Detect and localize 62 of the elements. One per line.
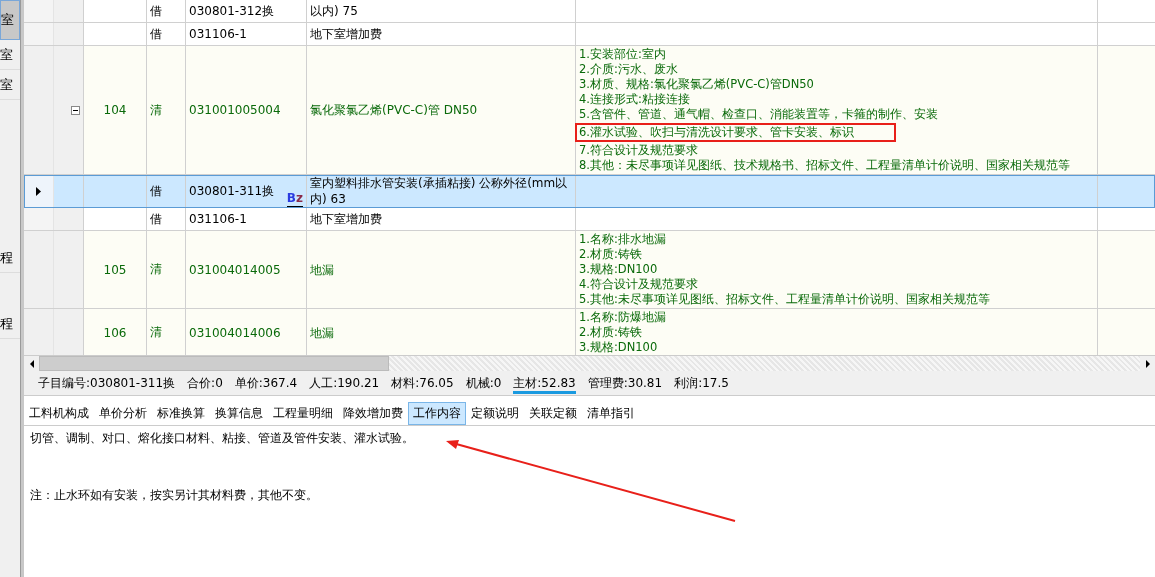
status-value: 机械:0 <box>465 375 502 391</box>
feature-line: 4.连接形式:粘接连接 <box>578 91 691 108</box>
sidebar-item[interactable]: 程 <box>0 309 20 339</box>
status-value: 利润:17.5 <box>674 375 729 391</box>
feature-line: 7.符合设计及规范要求 <box>578 142 699 159</box>
type-text: 借 <box>150 25 162 43</box>
feature-line: 2.材质:铸铁 <box>578 246 643 263</box>
item-number: 105 <box>103 262 127 277</box>
code-text: 031004014006 <box>189 325 281 340</box>
code-text: 031001005004 <box>189 103 281 117</box>
feature-line: 1.名称:排水地漏 <box>578 231 667 248</box>
item-number: 104 <box>103 103 127 117</box>
type-text: 借 <box>150 182 162 200</box>
item-number: 106 <box>103 325 127 340</box>
type-text: 清 <box>150 324 162 341</box>
code-text: 031106-1 <box>189 27 247 41</box>
feature-line: 5.其他:未尽事项详见图纸、招标文件、工程量清单计价说明、国家相关规范等 <box>578 291 991 308</box>
type-text: 清 <box>150 261 162 278</box>
feature-line: 3.规格:DN100 <box>578 261 659 278</box>
code-text: 030801-311换 <box>189 182 275 200</box>
sidebar-item[interactable]: 室 <box>0 70 20 100</box>
sidebar-item[interactable]: 室 <box>0 0 20 40</box>
feature-line: 3.材质、规格:氯化聚氯乙烯(PVC-C)管DN50 <box>578 76 815 93</box>
code-text: 030801-312换 <box>189 2 275 20</box>
tab[interactable]: 工作内容 <box>408 402 466 425</box>
content-text: 切管、调制、对口、熔化接口材料、粘接、管道及管件安装、灌水试验。 <box>30 430 415 447</box>
type-text: 借 <box>150 210 162 228</box>
feature-line: 8.其他：未尽事项详见图纸、技术规格书、招标文件、工程量清单计价说明、国家相关规范等 <box>578 157 1071 174</box>
name-text: 地下室增加费 <box>310 26 382 42</box>
feature-line: 1.名称:防爆地漏 <box>578 309 667 326</box>
feature-line: 5.含管件、管道、通气帽、检查口、消能装置等，卡箍的制作、安装 <box>578 106 939 123</box>
row-header[interactable] <box>24 175 54 207</box>
collapse-toggle[interactable] <box>71 105 80 115</box>
sidebar-item[interactable]: 程 <box>0 243 20 273</box>
left-arrow-icon <box>28 359 35 368</box>
code-text: 031106-1 <box>189 212 247 226</box>
status-value: 材料:76.05 <box>391 375 454 391</box>
name-text: 以内) 75 <box>310 3 358 19</box>
feature-line: 2.介质:污水、废水 <box>578 61 679 78</box>
name-text: 地漏 <box>310 324 334 341</box>
name-text: 氯化聚氯乙烯(PVC-C)管 DN50 <box>310 102 478 118</box>
name-text: 地漏 <box>310 261 334 278</box>
type-text: 清 <box>150 101 162 119</box>
status-value: 子目编号:030801-311换 <box>38 375 176 391</box>
name-text: 地下室增加费 <box>310 211 382 227</box>
feature-line: 1.安装部位:室内 <box>578 46 667 63</box>
status-value: 单价:367.4 <box>234 375 298 391</box>
right-arrow-icon <box>1144 359 1151 368</box>
content-text: 注：止水环如有安装，按实另计其材料费，其他不变。 <box>30 487 319 504</box>
sidebar-item[interactable]: 室 <box>0 40 20 70</box>
status-value: 合价:0 <box>187 375 223 391</box>
replacement-badge: Bz <box>286 190 303 207</box>
feature-line: 4.符合设计及规范要求 <box>578 276 699 293</box>
code-text: 031004014005 <box>189 262 281 277</box>
feature-line: 2.材质:铸铁 <box>578 324 643 341</box>
status-value: 管理费:30.81 <box>587 375 663 391</box>
current-row-icon <box>36 186 41 196</box>
status-value: 人工:190.21 <box>309 375 380 391</box>
feature-line: 3.规格:DN100 <box>578 339 659 355</box>
type-text: 借 <box>150 2 162 20</box>
name-text: 室内塑料排水管安装(承插粘接) 公称外径(mm以内) 63 <box>310 175 569 207</box>
scrollbar-thumb[interactable] <box>39 356 389 371</box>
